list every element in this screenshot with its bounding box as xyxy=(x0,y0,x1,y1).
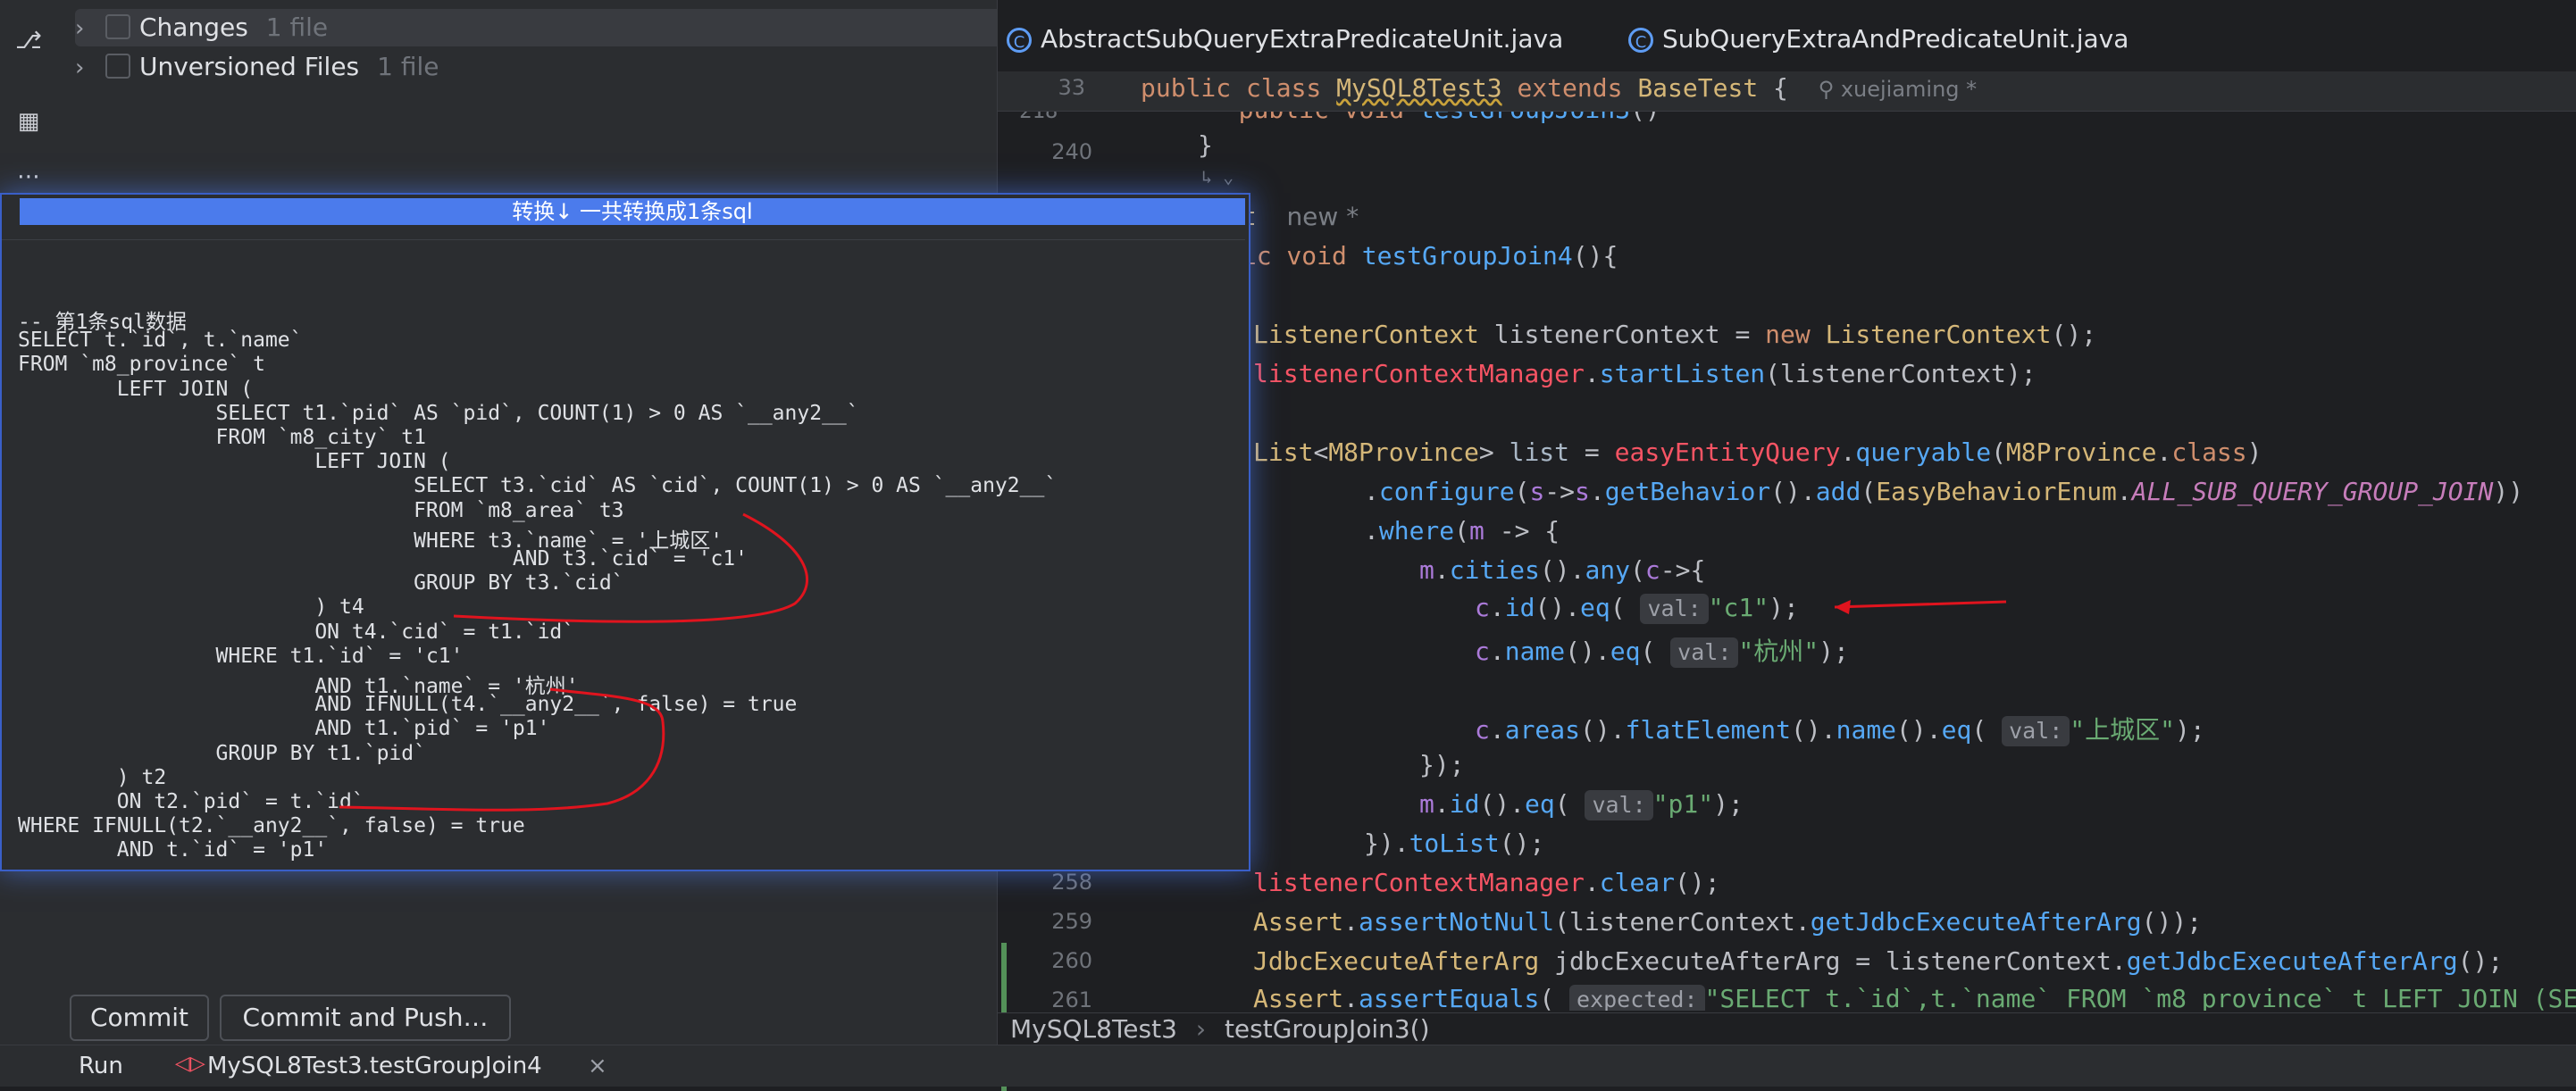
sql-line: AND IFNULL(t4.`__any2__`, false) = true xyxy=(18,693,798,717)
commit-and-push-button[interactable]: Commit and Push… xyxy=(220,995,511,1041)
breadcrumb-class[interactable]: MySQL8Test3 xyxy=(1010,1014,1177,1044)
sql-line: AND t.`id` = 'p1' xyxy=(18,838,328,862)
class-icon: C xyxy=(1628,28,1653,53)
closing-brace: } xyxy=(1198,130,1213,160)
code-line: listenerContextManager.clear(); xyxy=(1253,868,1720,897)
test-failed-icon: ◁▷ xyxy=(175,1053,205,1075)
code-line: JdbcExecuteAfterArg jdbcExecuteAfterArg … xyxy=(1253,946,2504,976)
unversioned-checkbox[interactable] xyxy=(105,54,130,79)
tab-subquery-and-predicate[interactable]: C SubQueryExtraAndPredicateUnit.java xyxy=(1628,20,2129,59)
commit-button[interactable]: Commit xyxy=(70,995,209,1041)
code-line: Assert.assertEquals( expected: "SELECT t.… xyxy=(1253,984,2576,1011)
code-line: .where(m -> { xyxy=(1364,516,1560,546)
sql-line: ON t2.`pid` = t.`id` xyxy=(18,790,364,813)
changes-checkbox[interactable] xyxy=(105,14,130,39)
line-number: 261 xyxy=(1051,987,1092,1012)
code-line: Assert.assertNotNull(listenerContext.get… xyxy=(1253,907,2203,937)
chevron-right-icon[interactable]: › xyxy=(75,49,98,87)
sql-line: SELECT t1.`pid` AS `pid`, COUNT(1) > 0 A… xyxy=(18,401,859,425)
changes-count: 1 file xyxy=(265,12,329,42)
sql-line: GROUP BY t3.`cid` xyxy=(18,571,624,595)
unversioned-count: 1 file xyxy=(377,52,439,81)
unversioned-group-row[interactable]: › Unversioned Files 1 file xyxy=(75,48,439,86)
sql-line: WHERE t1.`id` = 'c1' xyxy=(18,644,464,668)
run-config-tab[interactable]: MySQL8Test3.testGroupJoin4 xyxy=(207,1053,542,1079)
code-line: ListenerContext listenerContext = new Li… xyxy=(1253,320,2097,349)
run-tab[interactable]: Run xyxy=(79,1053,123,1079)
code-line: m.cities().any(c->{ xyxy=(1419,555,1706,585)
sql-line: LEFT JOIN ( xyxy=(18,450,451,474)
popup-title[interactable]: 转换↓ 一共转换成1条sql xyxy=(20,198,1245,225)
more-tools-icon[interactable]: ⋯ xyxy=(13,161,45,193)
sql-conversion-popup: 转换↓ 一共转换成1条sql -- 第1条sql数据 SELECT t.`id`,… xyxy=(0,193,1250,871)
line-number: 259 xyxy=(1051,909,1092,934)
sql-line: WHERE IFNULL(t2.`__any2__`, false) = tru… xyxy=(18,814,525,838)
class-icon: C xyxy=(1007,28,1032,53)
sql-line: AND t1.`pid` = 'p1' xyxy=(18,717,550,741)
line-number: 258 xyxy=(1051,870,1092,895)
sql-line: ON t4.`cid` = t1.`id` xyxy=(18,620,575,644)
chevron-right-icon[interactable]: › xyxy=(75,10,98,47)
sql-line: SELECT t.`id`, t.`name` xyxy=(18,329,303,353)
tab-abstract-subquery[interactable]: C AbstractSubQueryExtraPredicateUnit.java xyxy=(1007,20,1563,59)
sql-line: SELECT t3.`cid` AS `cid`, COUNT(1) > 0 A… xyxy=(18,474,1058,498)
breadcrumb-method[interactable]: testGroupJoin3() xyxy=(1225,1014,1430,1044)
sql-line: ) t4 xyxy=(18,595,364,620)
code-line: c.id().eq( val: "c1"); xyxy=(1475,593,1799,624)
class-declaration: public class MySQL8Test3 extends BaseTes… xyxy=(1141,73,1978,103)
editor-tab-bar: C AbstractSubQueryExtraPredicateUnit.java… xyxy=(998,0,2576,79)
breadcrumb-separator: › xyxy=(1195,1014,1207,1044)
code-line: }).toList(); xyxy=(1364,829,1545,858)
method-declaration: lic void testGroupJoin4(){ xyxy=(1226,241,1618,271)
sql-line: LEFT JOIN ( xyxy=(18,377,254,401)
line-number: 240 xyxy=(1051,139,1092,164)
sql-line: FROM `m8_province` t xyxy=(18,353,265,377)
code-line: c.areas().flatElement().name().eq( val: "… xyxy=(1475,715,2205,746)
unversioned-label: Unversioned Files xyxy=(139,52,360,81)
commit-tool-icon[interactable]: ⎇ xyxy=(13,25,45,57)
sticky-class-header: 33 public class MySQL8Test3 extends Base… xyxy=(998,71,2576,112)
code-line: c.name().eq( val: "杭州"); xyxy=(1475,637,1849,668)
code-line: List<M8Province> list = easyEntityQuery.… xyxy=(1253,437,2262,467)
breadcrumb: MySQL8Test3 › testGroupJoin3() xyxy=(998,1012,2576,1045)
sql-line: GROUP BY t1.`pid` xyxy=(18,741,426,765)
code-line: m.id().eq( val: "p1"); xyxy=(1419,789,1744,820)
code-line: .configure(s->s.getBehavior().add(EasyBe… xyxy=(1364,477,2524,506)
sql-line: ) t2 xyxy=(18,765,167,789)
changes-label: Changes xyxy=(139,12,248,42)
close-icon[interactable]: × xyxy=(588,1053,607,1079)
fold-icon[interactable]: ↳ ⌄ xyxy=(1201,166,1234,187)
structure-tool-icon[interactable]: ▦ xyxy=(13,105,45,137)
sql-line: AND t3.`cid` = 'c1' xyxy=(18,547,748,570)
sql-line: FROM `m8_area` t3 xyxy=(18,498,624,522)
code-line: listenerContextManager.startListen(liste… xyxy=(1253,359,2037,388)
sql-line: FROM `m8_city` t1 xyxy=(18,426,426,449)
line-number: 260 xyxy=(1051,948,1092,973)
run-tool-bar: Run ◁▷ MySQL8Test3.testGroupJoin4 × xyxy=(0,1045,2576,1087)
line-number: 33 xyxy=(1058,75,1085,100)
sql-output[interactable]: -- 第1条sql数据 SELECT t.`id`, t.`name` FROM `… xyxy=(2,239,1245,865)
changes-group-row[interactable]: › Changes 1 file xyxy=(75,9,1022,46)
code-line: }); xyxy=(1419,750,1465,779)
